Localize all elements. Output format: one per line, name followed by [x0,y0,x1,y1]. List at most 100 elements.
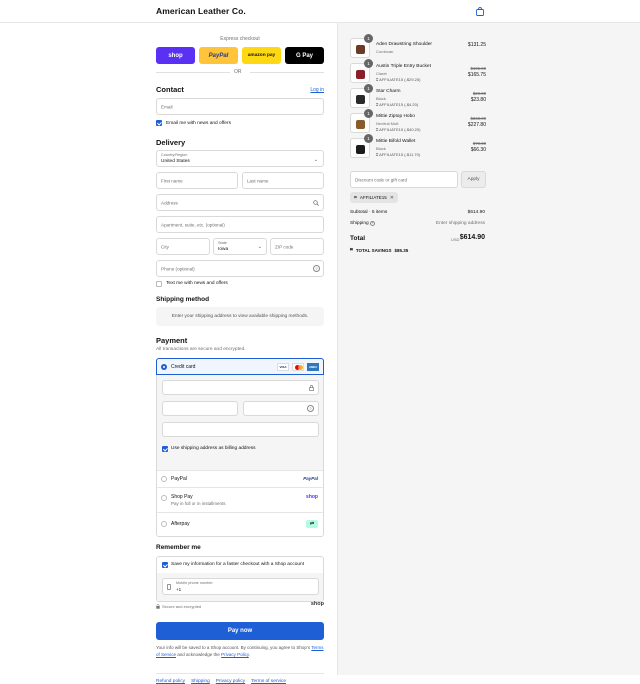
product-variant: Cordovan [376,49,394,54]
cart-item: 1 Star Charm Black ⌗ AFFILIATE15 (-$4.20) $2… [338,84,640,112]
chevron-down-icon: ⌄ [257,244,262,250]
help-icon[interactable]: ? [313,265,320,272]
divider [156,673,324,674]
paypal-express-button[interactable]: PayPal [199,47,238,64]
store-brand[interactable]: American Leather Co. [156,6,246,16]
help-icon[interactable]: ? [370,221,376,226]
product-price: $131.25 [467,42,486,48]
shop-pay-logo: shop [306,494,318,500]
product-price: $23.80 [470,97,486,103]
afterpay-option[interactable]: Afterpay ⇄ [157,512,323,536]
secure-label: Secure and encrypted [162,604,202,609]
product-variant: Black [376,96,386,101]
last-name-field[interactable]: Last name [242,172,324,189]
product-name: Star Charm [376,89,401,94]
privacy-policy-link[interactable]: Privacy Policy [221,652,249,657]
item-discount: ⌗ AFFILIATE15 (-$40.20) [376,127,421,132]
zip-field[interactable]: ZIP code [270,238,324,255]
product-thumbnail: 1 [350,34,373,58]
apply-button[interactable]: Apply [461,171,486,188]
country-select[interactable]: Country/Region United States ⌄ [156,150,324,167]
product-price: $165.75 [467,72,486,78]
original-price: $78.00 [472,141,486,146]
product-variant: Black [376,146,386,151]
quantity-badge: 1 [364,84,373,93]
shop-pay-express-button[interactable]: shop [156,47,195,64]
pay-now-button[interactable]: Pay now [156,622,324,640]
product-variant: Nevitral Mutt [376,121,399,126]
item-discount: ⌗ AFFILIATE15 (-$29.25) [376,77,421,82]
delivery-heading: Delivery [156,138,186,147]
save-info-label: Save my information for a faster checkou… [171,562,305,567]
radio[interactable] [161,476,167,482]
currency-label: USD [451,237,460,242]
mobile-phone-field[interactable]: Mobile phone number +1 [162,578,319,595]
login-link[interactable]: Log in [310,87,324,93]
close-icon[interactable]: ✕ [390,195,394,201]
total-savings: ⌗ TOTAL SAVINGS $85.35 [350,247,409,253]
news-checkbox[interactable] [156,120,162,126]
save-info-checkbox[interactable] [162,562,168,568]
credit-card-option[interactable]: Credit card VISA AMEX [156,358,324,375]
email-field[interactable]: Email [156,98,324,115]
terms-of-service-footer-link[interactable]: Terms of service [251,679,286,684]
privacy-policy-footer-link[interactable]: Privacy policy [216,679,245,684]
billing-same-checkbox[interactable] [162,446,168,452]
cart-item: 1 Mittie Bifold Wallet Black ⌗ AFFILIATE15 … [338,134,640,162]
total-value: $614.90 [459,234,485,241]
amazon-pay-express-button[interactable]: amazon pay [242,47,281,64]
product-variant: Claret [376,71,387,76]
product-thumbnail: 1 [350,109,373,133]
quantity-badge: 1 [364,34,373,43]
state-select[interactable]: State Iowa ⌄ [213,238,267,255]
product-image [356,70,365,79]
apartment-field[interactable]: Apartment, suite, etc. (optional) [156,216,324,233]
paypal-logo: PayPal [303,476,318,481]
product-name: Mittie Bifold Wallet [376,139,416,144]
quantity-badge: 1 [364,109,373,118]
phone-field[interactable]: Phone (optional) ? [156,260,324,277]
header: American Leather Co. [0,0,640,23]
shopping-bag-icon[interactable] [476,7,484,16]
sms-label: Text me with news and offers [166,281,228,286]
address-field[interactable]: Address [156,194,324,211]
product-thumbnail: 1 [350,59,373,83]
original-price: $195.00 [470,66,486,71]
item-discount: ⌗ AFFILIATE15 (-$4.20) [376,102,419,107]
product-name: Mittie Ziptop Hobo [376,114,415,119]
city-field[interactable]: City [156,238,210,255]
news-label: Email me with news and offers [166,121,231,126]
card-number-field[interactable] [162,380,319,395]
expiration-date-field[interactable] [162,401,238,416]
first-name-field[interactable]: First name [156,172,238,189]
shop-logo: shop [310,601,324,607]
product-thumbnail: 1 [350,84,373,108]
help-icon[interactable]: ? [307,405,314,412]
name-on-card-field[interactable] [162,422,319,437]
payment-subtitle: All transactions are secure and encrypte… [156,347,246,352]
shipping-method-heading: Shipping method [156,296,210,303]
quantity-badge: 1 [364,134,373,143]
product-name: Aden Drawstring Shoulder [376,42,432,47]
remember-me-box: Save my information for a faster checkou… [156,556,324,602]
express-checkout-label: Express checkout [220,36,260,42]
radio[interactable] [161,521,167,527]
legal-text: Your info will be saved to a Shop accoun… [156,645,324,657]
chevron-down-icon: ⌄ [313,157,318,163]
radio[interactable] [161,495,167,501]
original-price: $28.00 [472,91,486,96]
billing-same-label: Use shipping address as billing address [171,446,256,451]
security-code-field[interactable]: ? [243,401,319,416]
shipping-policy-link[interactable]: Shipping [191,679,210,684]
product-price: $227.80 [467,122,486,128]
google-pay-express-button[interactable]: G Pay [285,47,324,64]
discount-code-field[interactable]: Discount code or gift card [350,171,458,188]
tag-icon: ⌗ [350,247,353,253]
radio-selected[interactable] [161,364,167,370]
paypal-option[interactable]: PayPal PayPal [157,470,323,487]
shop-pay-option[interactable]: Shop Pay Pay in full or in installments … [157,487,323,512]
sms-checkbox[interactable] [156,281,162,287]
refund-policy-link[interactable]: Refund policy [156,679,185,684]
product-image [356,45,365,54]
lock-icon [156,604,160,609]
